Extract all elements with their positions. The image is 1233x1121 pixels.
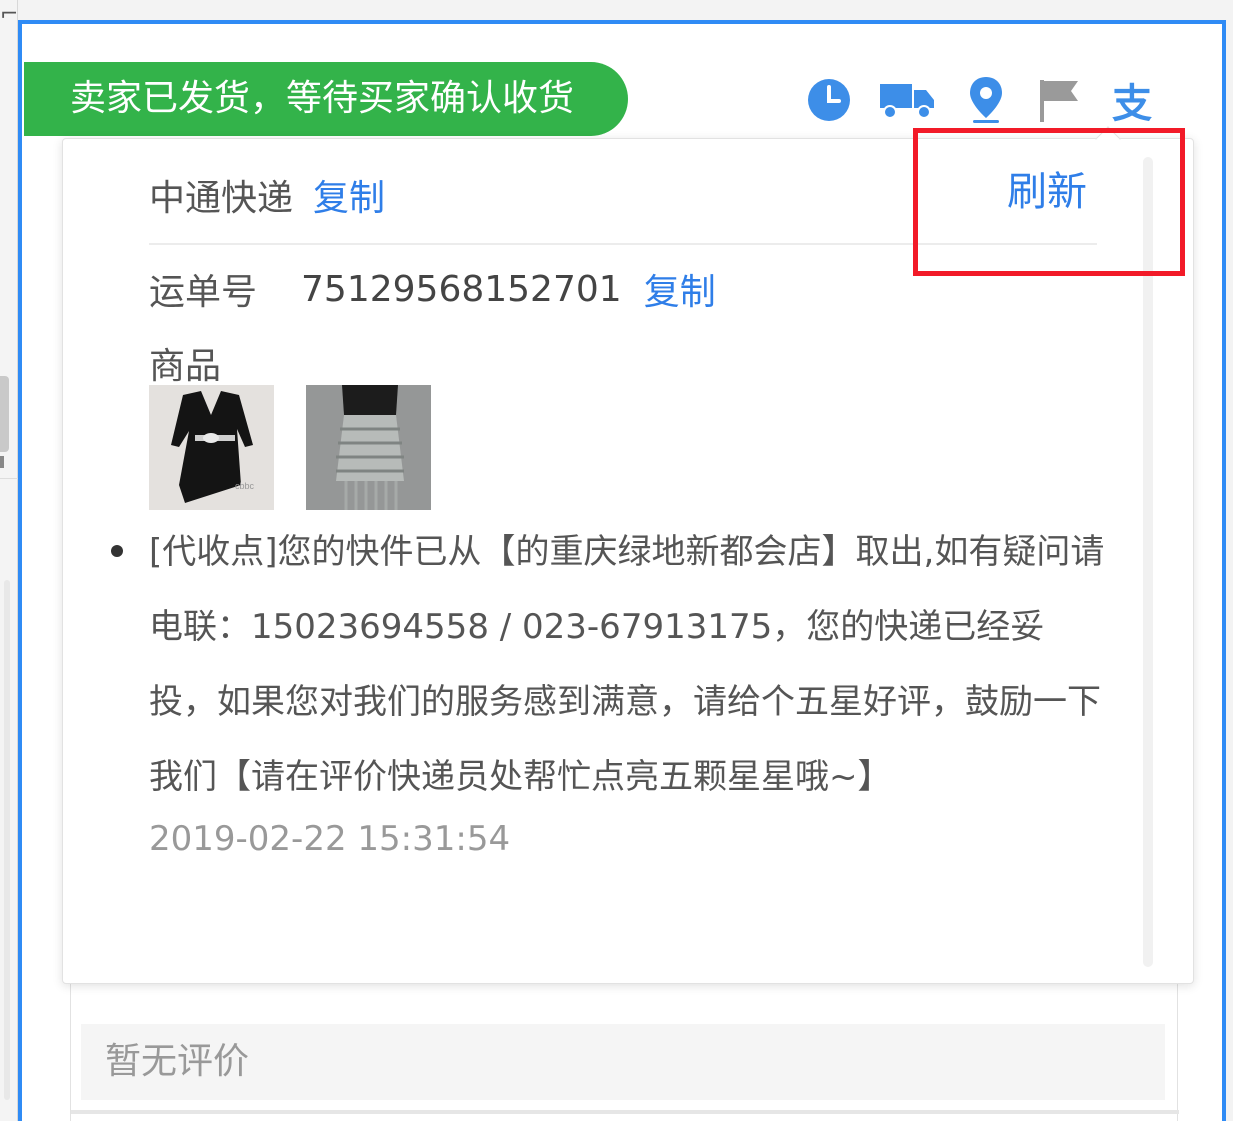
logistics-timeline: [代收点]您的快件已从【的重庆绿地新都会店】取出,如有疑问请电联：1502369… <box>111 515 1105 865</box>
background-window-edge: ⌐ <box>0 0 18 1121</box>
goods-thumbnails: cbbc <box>149 385 431 510</box>
background-window-tab <box>0 376 9 452</box>
review-empty-text: 暂无评价 <box>81 1024 1165 1100</box>
order-icon-bar: 支 <box>806 72 1156 128</box>
timeline-event-text: [代收点]您的快件已从【的重庆绿地新都会店】取出,如有疑问请电联：1502369… <box>149 532 1105 797</box>
clock-icon[interactable] <box>806 72 852 128</box>
background-window-marker <box>0 456 8 468</box>
waybill-label: 运单号 <box>149 272 258 313</box>
flag-icon[interactable] <box>1038 72 1080 128</box>
background-window-divider <box>0 478 18 479</box>
timeline-bullet <box>111 545 123 557</box>
black-dress-thumbnail[interactable]: cbbc <box>149 385 274 510</box>
svg-text:cbbc: cbbc <box>235 481 255 491</box>
page: ⌐ 卖家已发货，等待买家确认收货 支 暂无评价 中通快递 复制 刷新 运单号 7… <box>0 0 1233 1121</box>
copy-carrier-link[interactable]: 复制 <box>313 169 385 221</box>
carrier-row: 中通快递 复制 <box>149 169 385 221</box>
order-panel: 卖家已发货，等待买家确认收货 支 暂无评价 中通快递 复制 刷新 运单号 751… <box>18 20 1226 1121</box>
carrier-divider <box>149 243 1097 245</box>
timeline-event: [代收点]您的快件已从【的重庆绿地新都会店】取出,如有疑问请电联：1502369… <box>111 515 1105 865</box>
waybill-row: 运单号 75129568152701 复制 <box>149 263 716 315</box>
copy-waybill-link[interactable]: 复制 <box>644 263 716 315</box>
refresh-link[interactable]: 刷新 <box>1007 159 1087 217</box>
logistics-popover: 中通快递 复制 刷新 运单号 75129568152701 复制 商品 cbbc… <box>62 126 1194 984</box>
waybill-number: 75129568152701 <box>301 268 622 310</box>
review-divider <box>71 1110 1179 1114</box>
review-section: 暂无评价 <box>70 984 1179 1121</box>
timeline-event-time: 2019-02-22 15:31:54 <box>149 819 511 859</box>
popover-caret <box>1095 126 1121 152</box>
background-window-scrollbar <box>4 580 10 1100</box>
truck-icon[interactable] <box>880 72 936 128</box>
popover-scrollbar[interactable] <box>1143 157 1153 967</box>
background-window-glyph: ⌐ <box>0 2 19 27</box>
location-pin-icon[interactable] <box>966 72 1006 128</box>
carrier-name: 中通快递 <box>149 178 294 219</box>
alipay-icon[interactable]: 支 <box>1108 72 1156 128</box>
order-status-badge: 卖家已发货，等待买家确认收货 <box>24 62 628 136</box>
grey-fringe-skirt-thumbnail[interactable] <box>306 385 431 510</box>
goods-label: 商品 <box>149 346 222 387</box>
